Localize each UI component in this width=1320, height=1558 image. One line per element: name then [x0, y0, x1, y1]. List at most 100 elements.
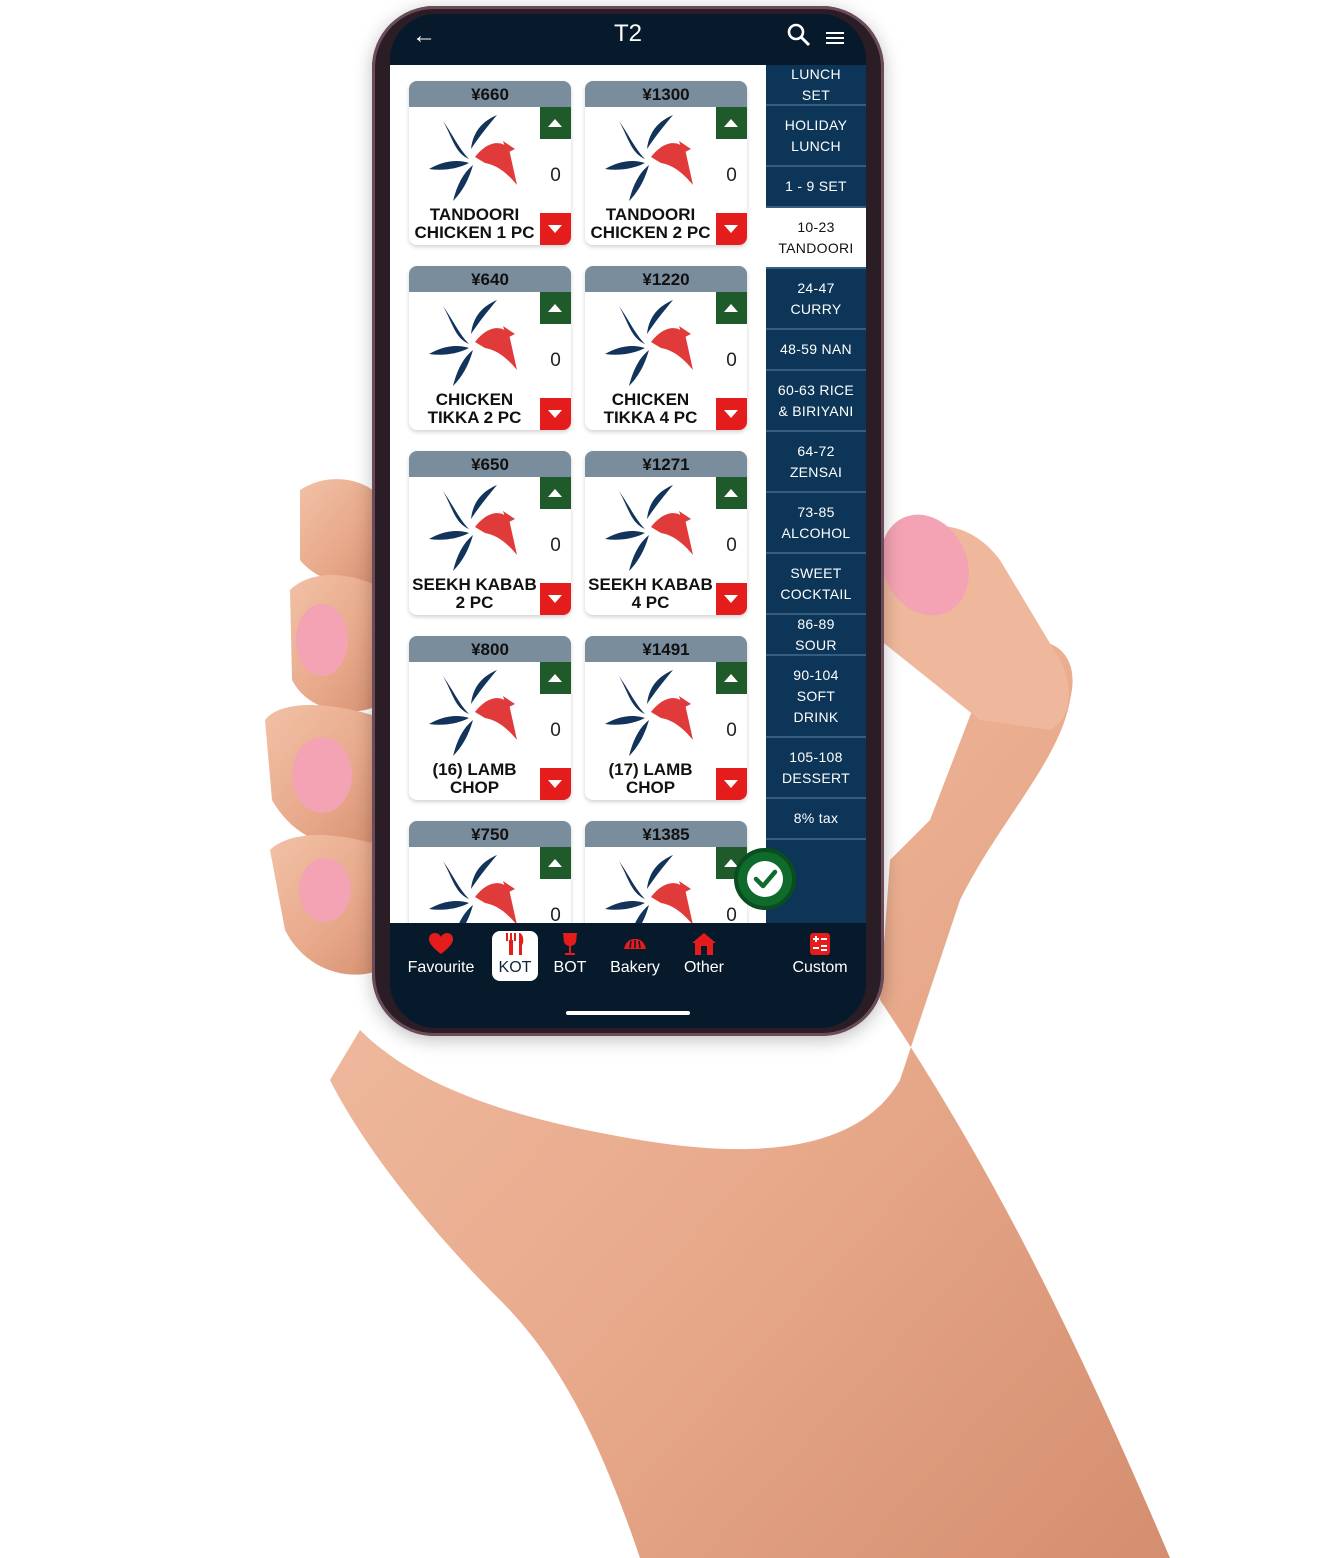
product-card[interactable]: ¥650 SEEKH KABAB 2 PC 0 — [409, 451, 571, 615]
product-logo-icon — [599, 294, 699, 390]
house-icon — [692, 933, 716, 955]
quantity-stepper: 0 — [716, 107, 747, 245]
increase-quantity-button[interactable] — [716, 477, 747, 509]
product-logo-icon — [423, 479, 523, 575]
product-grid: ¥660 TANDOORI CHICKEN 1 PC 0 ¥1300 TANDOORI … — [390, 65, 766, 923]
category-item[interactable]: 105-108 DESSERT — [766, 738, 866, 799]
decrease-quantity-button[interactable] — [716, 768, 747, 800]
increase-quantity-button[interactable] — [716, 292, 747, 324]
nav-kot[interactable]: KOT — [492, 931, 538, 981]
home-indicator[interactable] — [566, 1011, 690, 1015]
phone-screen: ← T2 ¥660 TANDOORI CHICKEN 1 PC 0 ¥1300 TAND… — [390, 14, 866, 1028]
category-item[interactable]: 64-72 ZENSAI — [766, 432, 866, 493]
category-item[interactable]: 1 - 9 SET — [766, 167, 866, 208]
product-logo-icon — [599, 664, 699, 760]
quantity-stepper: 0 — [540, 292, 571, 430]
product-logo-icon — [599, 109, 699, 205]
decrease-quantity-button[interactable] — [540, 213, 571, 245]
product-logo-icon — [599, 479, 699, 575]
category-sidebar: LUNCH SET HOLIDAY LUNCH 1 - 9 SET 10-23 TAN… — [766, 65, 866, 923]
category-item[interactable]: 86-89 SOUR — [766, 615, 866, 656]
quantity-stepper: 0 — [716, 292, 747, 430]
increase-quantity-button[interactable] — [540, 292, 571, 324]
nav-label: Bakery — [610, 959, 660, 976]
product-card[interactable]: ¥640 CHICKEN TIKKA 2 PC 0 — [409, 266, 571, 430]
confirm-order-button[interactable] — [734, 848, 796, 910]
product-card[interactable]: ¥1300 TANDOORI CHICKEN 2 PC 0 — [585, 81, 747, 245]
quantity-value: 0 — [716, 509, 747, 583]
category-item[interactable]: 8% tax — [766, 799, 866, 840]
calculator-icon — [810, 933, 830, 955]
product-name: SEEKH KABAB 4 PC — [588, 575, 713, 612]
product-name: TANDOORI CHICKEN 2 PC — [590, 205, 711, 242]
product-card[interactable]: ¥800 (16) LAMB CHOP 0 — [409, 636, 571, 800]
product-logo-icon — [423, 294, 523, 390]
category-item[interactable]: 90-104 SOFT DRINK — [766, 656, 866, 738]
nav-bakery[interactable]: Bakery — [606, 931, 664, 977]
category-item[interactable]: 24-47 CURRY — [766, 269, 866, 330]
nav-custom[interactable]: Custom — [786, 931, 854, 977]
quantity-value: 0 — [540, 139, 571, 213]
product-price: ¥1385 — [585, 821, 747, 847]
nav-favourite[interactable]: Favourite — [402, 931, 480, 977]
top-app-bar: ← T2 — [390, 14, 866, 65]
nav-label: Custom — [792, 959, 848, 976]
category-item[interactable]: SWEET COCKTAIL — [766, 554, 866, 615]
category-item[interactable]: LUNCH SET — [766, 65, 866, 106]
product-price: ¥1220 — [585, 266, 747, 292]
product-card[interactable]: ¥1385 0 — [585, 821, 747, 923]
list-menu-icon[interactable] — [826, 30, 844, 46]
decrease-quantity-button[interactable] — [716, 398, 747, 430]
check-icon — [747, 861, 783, 897]
product-logo-icon — [599, 849, 699, 923]
heart-icon — [429, 933, 453, 954]
product-card[interactable]: ¥660 TANDOORI CHICKEN 1 PC 0 — [409, 81, 571, 245]
product-logo-icon — [423, 664, 523, 760]
decrease-quantity-button[interactable] — [716, 583, 747, 615]
product-logo-icon — [423, 849, 523, 923]
wine-glass-icon — [563, 933, 577, 955]
decrease-quantity-button[interactable] — [540, 398, 571, 430]
increase-quantity-button[interactable] — [540, 662, 571, 694]
decrease-quantity-button[interactable] — [716, 213, 747, 245]
quantity-stepper: 0 — [540, 477, 571, 615]
nav-other[interactable]: Other — [678, 931, 730, 977]
quantity-value: 0 — [716, 324, 747, 398]
product-name: (16) LAMB CHOP — [432, 760, 517, 797]
nav-label: Other — [683, 959, 724, 976]
quantity-value: 0 — [540, 324, 571, 398]
product-price: ¥1271 — [585, 451, 747, 477]
product-card[interactable]: ¥1271 SEEKH KABAB 4 PC 0 — [585, 451, 747, 615]
product-card[interactable]: ¥750 0 — [409, 821, 571, 923]
increase-quantity-button[interactable] — [540, 847, 571, 879]
quantity-value: 0 — [540, 879, 571, 923]
search-icon[interactable] — [786, 22, 812, 48]
decrease-quantity-button[interactable] — [540, 583, 571, 615]
quantity-stepper: 0 — [716, 662, 747, 800]
product-price: ¥640 — [409, 266, 571, 292]
increase-quantity-button[interactable] — [716, 662, 747, 694]
nav-bot[interactable]: BOT — [550, 931, 590, 977]
product-name: (17) LAMB CHOP — [608, 760, 693, 797]
quantity-value: 0 — [716, 694, 747, 768]
category-item[interactable]: 10-23 TANDOORI — [766, 208, 866, 269]
product-price: ¥1491 — [585, 636, 747, 662]
increase-quantity-button[interactable] — [716, 107, 747, 139]
category-item[interactable]: HOLIDAY LUNCH — [766, 106, 866, 167]
increase-quantity-button[interactable] — [540, 107, 571, 139]
decrease-quantity-button[interactable] — [540, 768, 571, 800]
product-price: ¥800 — [409, 636, 571, 662]
category-item[interactable]: 73-85 ALCOHOL — [766, 493, 866, 554]
category-item[interactable]: 60-63 RICE & BIRIYANI — [766, 371, 866, 432]
quantity-stepper: 0 — [540, 107, 571, 245]
product-logo-icon — [423, 109, 523, 205]
product-price: ¥750 — [409, 821, 571, 847]
category-item[interactable]: 48-59 NAN — [766, 330, 866, 371]
bottom-navigation: Favourite KOT BOT Bakery Other Custom — [390, 923, 866, 1028]
quantity-stepper: 0 — [540, 662, 571, 800]
increase-quantity-button[interactable] — [540, 477, 571, 509]
product-card[interactable]: ¥1220 CHICKEN TIKKA 4 PC 0 — [585, 266, 747, 430]
product-card[interactable]: ¥1491 (17) LAMB CHOP 0 — [585, 636, 747, 800]
nav-label: BOT — [553, 959, 587, 976]
nav-label: KOT — [498, 959, 532, 976]
